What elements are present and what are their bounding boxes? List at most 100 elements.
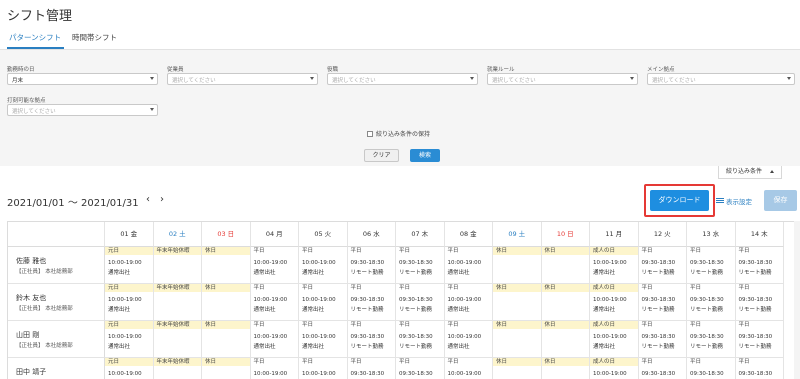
shift-cell[interactable]: 休日 xyxy=(541,358,590,379)
shift-cell[interactable]: 平日 10:00-19:00 xyxy=(250,358,299,379)
employee-cell: 山田 剛【正社員】 本社総務部 xyxy=(8,321,105,358)
shift-cell[interactable]: 平日 09:30-18:30 リモート勤務 xyxy=(735,247,784,284)
page-title: シフト管理 xyxy=(7,9,73,24)
shift-cell[interactable]: 平日 10:00-19:00 通常出社 xyxy=(250,247,299,284)
day-type-label: 休日 xyxy=(541,358,589,366)
shift-cell[interactable]: 平日 10:00-19:00 通常出社 xyxy=(250,284,299,321)
shift-time: 10:00-19:00 xyxy=(447,297,482,303)
shift-time: 09:30-18:30 xyxy=(399,260,433,266)
day-type-label: 平日 xyxy=(253,359,265,365)
shift-cell[interactable]: 平日 09:30-18:30 リモート勤務 xyxy=(735,321,784,358)
shift-cell[interactable]: 平日 10:00-19:00 通常出社 xyxy=(299,321,348,358)
date-header: 04 月 xyxy=(250,222,299,247)
shift-cell[interactable]: 平日 10:00-19:00 通常出社 xyxy=(444,284,493,321)
shift-cell[interactable]: 平日 09:30-18:30 xyxy=(735,358,784,379)
vertical-scrollbar[interactable] xyxy=(794,221,800,379)
shift-cell[interactable]: 平日 10:00-19:00 通常出社 xyxy=(299,284,348,321)
employee-cell: 田中 靖子 xyxy=(8,358,105,379)
shift-pattern: 通常出社 xyxy=(253,270,276,276)
shift-cell[interactable]: 平日 09:30-18:30 リモート勤務 xyxy=(396,321,445,358)
shift-cell[interactable]: 元日 10:00-19:00 通常出社 xyxy=(105,247,154,284)
chevron-down-icon xyxy=(470,77,474,80)
next-period-button[interactable]: › xyxy=(160,194,164,205)
shift-cell[interactable]: 年末年始休暇 xyxy=(153,284,202,321)
clear-button[interactable]: クリア xyxy=(364,149,399,162)
shift-cell[interactable]: 平日 09:30-18:30 リモート勤務 xyxy=(687,247,736,284)
chevron-down-icon xyxy=(787,77,791,80)
shift-cell[interactable]: 平日 10:00-19:00 通常出社 xyxy=(299,247,348,284)
shift-cell[interactable]: 平日 10:00-19:00 xyxy=(444,358,493,379)
shift-cell[interactable]: 休日 xyxy=(202,358,251,379)
download-button[interactable]: ダウンロード xyxy=(650,190,709,211)
filter-toggle-button[interactable]: 絞り込み条件 xyxy=(718,166,782,179)
shift-pattern: リモート勤務 xyxy=(690,307,724,313)
tab-pattern-shift[interactable]: パターンシフト xyxy=(9,32,61,43)
shift-cell[interactable]: 平日 09:30-18:30 リモート勤務 xyxy=(347,284,396,321)
shift-cell[interactable]: 成人の日 10:00-19:00 通常出社 xyxy=(590,284,639,321)
search-button[interactable]: 検索 xyxy=(410,149,440,162)
shift-cell[interactable]: 休日 xyxy=(493,284,542,321)
shift-cell[interactable]: 平日 09:30-18:30 リモート勤務 xyxy=(396,247,445,284)
stamp-location-select[interactable]: 選択してください xyxy=(7,104,158,116)
shift-cell[interactable]: 平日 09:30-18:30 リモート勤務 xyxy=(396,284,445,321)
day-type-label: 元日 xyxy=(105,284,153,292)
shift-cell[interactable]: 年末年始休暇 xyxy=(153,321,202,358)
shift-cell[interactable]: 平日 09:30-18:30 リモート勤務 xyxy=(687,284,736,321)
day-type-label: 平日 xyxy=(302,248,314,254)
shift-cell[interactable]: 平日 09:30-18:30 リモート勤務 xyxy=(638,284,687,321)
shift-cell[interactable]: 成人の日 10:00-19:00 xyxy=(590,358,639,379)
shift-cell[interactable]: 休日 xyxy=(493,358,542,379)
shift-cell[interactable]: 平日 09:30-18:30 リモート勤務 xyxy=(347,321,396,358)
shift-cell[interactable]: 平日 10:00-19:00 通常出社 xyxy=(444,321,493,358)
prev-period-button[interactable]: ‹ xyxy=(146,194,150,205)
tab-time-slot-shift[interactable]: 時間帯シフト xyxy=(72,32,117,43)
keep-filter-label: 絞り込み条件の保持 xyxy=(376,131,431,138)
shift-cell[interactable]: 平日 10:00-19:00 通常出社 xyxy=(250,321,299,358)
base-date-select[interactable]: 月末 xyxy=(7,73,158,85)
day-type-label: 成人の日 xyxy=(590,358,638,366)
day-type-label: 平日 xyxy=(302,359,314,365)
shift-cell[interactable]: 平日 10:00-19:00 xyxy=(299,358,348,379)
shift-cell[interactable]: 休日 xyxy=(202,284,251,321)
day-type-label: 平日 xyxy=(641,285,653,291)
shift-cell[interactable]: 平日 09:30-18:30 リモート勤務 xyxy=(687,321,736,358)
shift-pattern: 通常出社 xyxy=(302,344,325,350)
day-type-label: 平日 xyxy=(350,248,362,254)
shift-cell[interactable]: 年末年始休暇 xyxy=(153,358,202,379)
shift-cell[interactable]: 平日 09:30-18:30 xyxy=(638,358,687,379)
chevron-down-icon xyxy=(150,108,154,111)
shift-cell[interactable]: 平日 10:00-19:00 通常出社 xyxy=(444,247,493,284)
shift-cell[interactable]: 休日 xyxy=(202,247,251,284)
shift-cell[interactable]: 平日 09:30-18:30 リモート勤務 xyxy=(347,247,396,284)
day-type-label: 休日 xyxy=(493,247,541,255)
shift-cell[interactable]: 成人の日 10:00-19:00 通常出社 xyxy=(590,247,639,284)
shift-cell[interactable]: 平日 09:30-18:30 リモート勤務 xyxy=(638,247,687,284)
save-button[interactable]: 保存 xyxy=(764,190,797,211)
day-type-label: 平日 xyxy=(738,359,750,365)
shift-cell[interactable]: 休日 xyxy=(493,321,542,358)
employee-select[interactable]: 選択してください xyxy=(167,73,318,85)
keep-filter-checkbox[interactable]: 絞り込み条件の保持 xyxy=(367,129,430,138)
shift-cell[interactable]: 休日 xyxy=(541,284,590,321)
main-location-select[interactable]: 選択してください xyxy=(647,73,795,85)
shift-cell[interactable]: 平日 09:30-18:30 xyxy=(347,358,396,379)
shift-cell[interactable]: 平日 09:30-18:30 xyxy=(396,358,445,379)
shift-cell[interactable]: 平日 09:30-18:30 リモート勤務 xyxy=(638,321,687,358)
shift-cell[interactable]: 元日 10:00-19:00 通常出社 xyxy=(105,284,154,321)
shift-cell[interactable]: 元日 10:00-19:00 xyxy=(105,358,154,379)
shift-cell[interactable]: 平日 09:30-18:30 xyxy=(687,358,736,379)
shift-cell[interactable]: 休日 xyxy=(541,321,590,358)
day-type-label: 休日 xyxy=(493,321,541,329)
position-select[interactable]: 選択してください xyxy=(327,73,478,85)
shift-cell[interactable]: 元日 10:00-19:00 通常出社 xyxy=(105,321,154,358)
display-settings-button[interactable]: 表示設定 xyxy=(716,196,752,206)
shift-cell[interactable]: 休日 xyxy=(541,247,590,284)
shift-cell[interactable]: 休日 xyxy=(493,247,542,284)
shift-pattern: 通常出社 xyxy=(593,307,616,313)
shift-cell[interactable]: 休日 xyxy=(202,321,251,358)
work-rule-select[interactable]: 選択してください xyxy=(487,73,638,85)
shift-cell[interactable]: 成人の日 10:00-19:00 通常出社 xyxy=(590,321,639,358)
shift-cell[interactable]: 平日 09:30-18:30 リモート勤務 xyxy=(735,284,784,321)
shift-cell[interactable]: 年末年始休暇 xyxy=(153,247,202,284)
shift-pattern: 通常出社 xyxy=(253,344,276,350)
